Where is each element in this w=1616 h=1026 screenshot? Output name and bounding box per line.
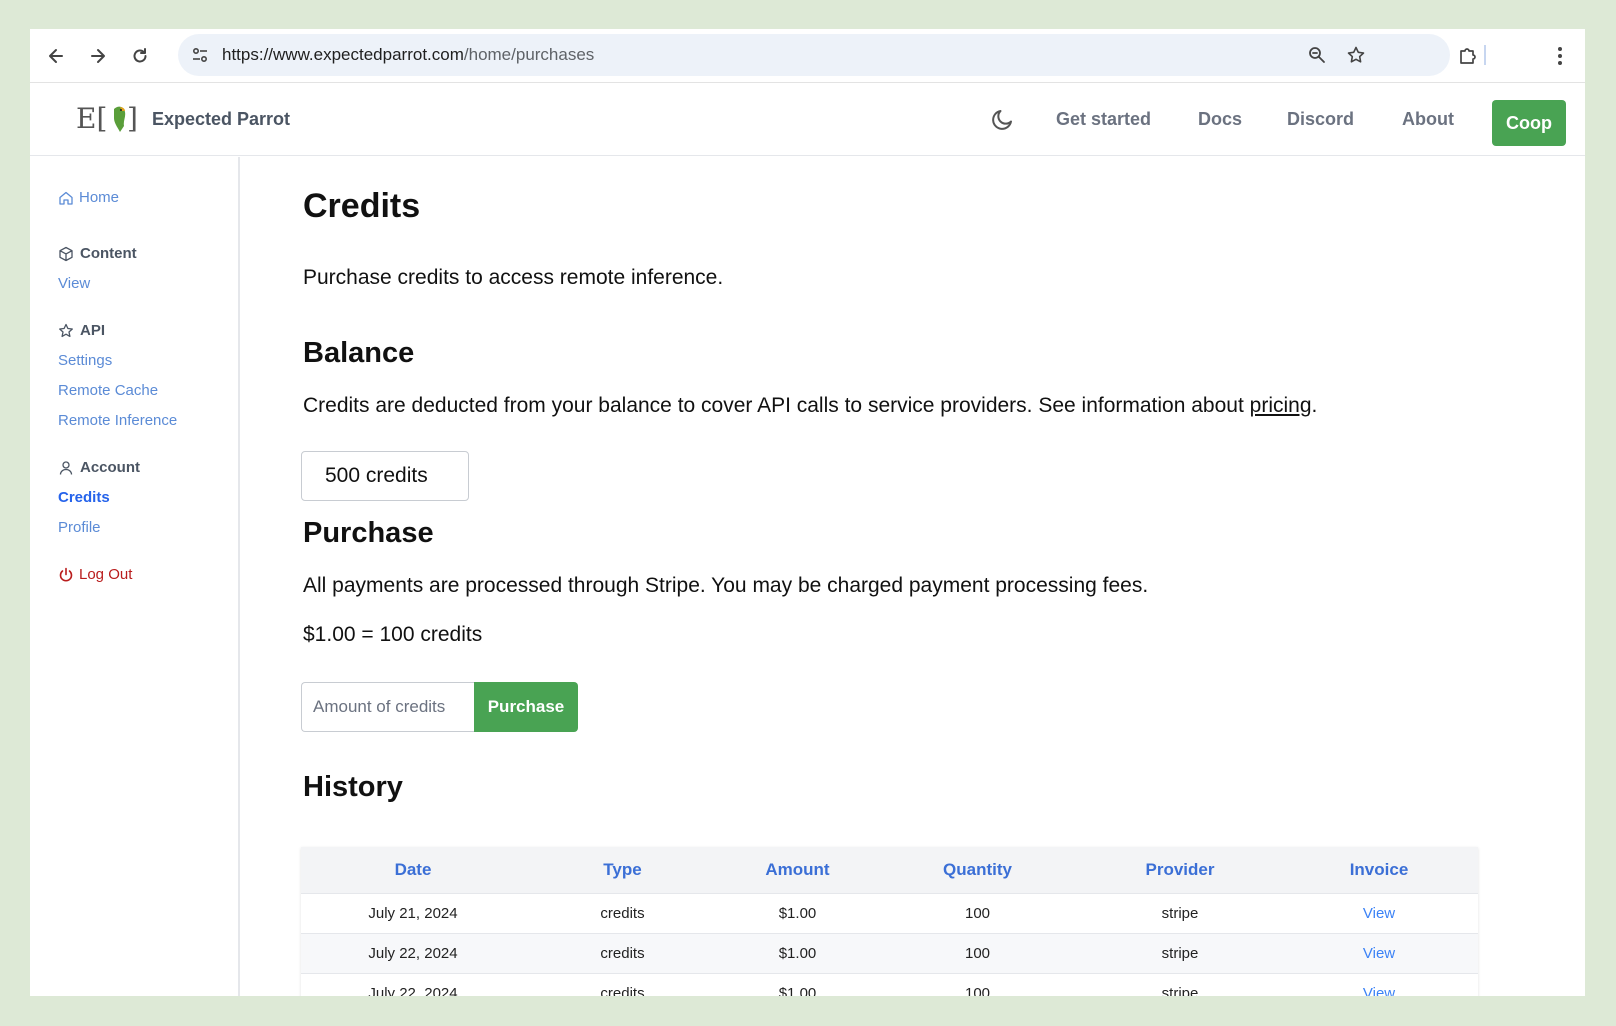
balance-text: Credits are deducted from your balance t… (303, 394, 1250, 417)
table-row: July 21, 2024 credits $1.00 100 stripe V… (301, 892, 1478, 933)
url-host: https://www.expectedparrot.com (222, 45, 464, 64)
col-provider[interactable]: Provider (1080, 847, 1280, 893)
browser-window: https://www.expectedparrot.com/home/purc… (30, 29, 1585, 996)
site-settings-icon[interactable] (188, 43, 212, 67)
balance-description: Credits are deducted from your balance t… (303, 394, 1318, 417)
logo[interactable]: E[ ] (76, 99, 140, 139)
sidebar-home-label: Home (79, 189, 120, 206)
svg-text:E[: E[ (76, 102, 107, 135)
coop-button[interactable]: Coop (1492, 100, 1566, 146)
invoice-view-link[interactable]: View (1280, 892, 1478, 933)
bookmark-star-icon[interactable] (1344, 43, 1368, 67)
invoice-view-link[interactable]: View (1280, 932, 1478, 973)
sidebar-api-label: API (80, 322, 106, 339)
sidebar-heading-account: Account (58, 459, 140, 476)
col-quantity[interactable]: Quantity (875, 847, 1080, 893)
browser-toolbar: https://www.expectedparrot.com/home/purc… (30, 29, 1585, 83)
sidebar-item-profile[interactable]: Profile (58, 519, 101, 536)
nav-about[interactable]: About (1402, 109, 1454, 130)
page-title: Credits (303, 187, 421, 225)
exchange-rate: $1.00 = 100 credits (303, 623, 483, 646)
cell-provider: stripe (1080, 892, 1280, 933)
brand-name[interactable]: Expected Parrot (152, 109, 290, 130)
url-path: /home/purchases (463, 45, 595, 64)
purchase-description: All payments are processed through Strip… (303, 574, 1149, 597)
svg-text:]: ] (127, 102, 138, 135)
cell-quantity: 100 (875, 972, 1080, 996)
sidebar-logout-label: Log Out (79, 566, 133, 583)
star-icon (59, 323, 73, 337)
cell-amount: $1.00 (720, 892, 875, 933)
cell-provider: stripe (1080, 932, 1280, 973)
intro-text: Purchase credits to access remote infere… (303, 266, 724, 289)
user-icon (59, 460, 73, 475)
url-text[interactable]: https://www.expectedparrot.com/home/purc… (222, 45, 594, 65)
col-date[interactable]: Date (301, 847, 525, 893)
cube-icon (59, 246, 73, 261)
cell-quantity: 100 (875, 932, 1080, 973)
cell-date: July 22, 2024 (301, 972, 525, 996)
sidebar: Home Content View API Settings Remote Ca… (30, 157, 240, 996)
table-header-row: Date Type Amount Quantity Provider Invoi… (301, 847, 1478, 893)
dark-mode-moon-icon[interactable] (990, 106, 1016, 132)
table-row: July 22, 2024 credits $1.00 100 stripe V… (301, 972, 1478, 996)
nav-get-started[interactable]: Get started (1056, 109, 1151, 130)
nav-docs[interactable]: Docs (1198, 109, 1242, 130)
nav-discord[interactable]: Discord (1287, 109, 1354, 130)
sidebar-account-label: Account (80, 459, 140, 476)
site-header: E[ ] Expected Parrot Get started Docs Di… (30, 83, 1585, 156)
sidebar-item-remote-cache[interactable]: Remote Cache (58, 382, 158, 399)
cell-date: July 22, 2024 (301, 932, 525, 973)
sidebar-content-label: Content (80, 245, 137, 262)
cell-quantity: 100 (875, 892, 1080, 933)
col-amount[interactable]: Amount (720, 847, 875, 893)
menu-kebab-icon[interactable] (1546, 42, 1574, 70)
profile-separator (1484, 45, 1486, 65)
sidebar-heading-content: Content (58, 245, 137, 262)
history-table: Date Type Amount Quantity Provider Invoi… (301, 847, 1478, 996)
zoom-icon[interactable] (1305, 43, 1329, 67)
sidebar-item-settings[interactable]: Settings (58, 352, 112, 369)
sidebar-item-credits[interactable]: Credits (58, 489, 110, 506)
parrot-logo-icon: E[ ] (76, 102, 138, 135)
extensions-icon[interactable] (1454, 42, 1482, 70)
col-type[interactable]: Type (525, 847, 720, 893)
cell-amount: $1.00 (720, 972, 875, 996)
col-invoice[interactable]: Invoice (1280, 847, 1478, 893)
sidebar-item-remote-inference[interactable]: Remote Inference (58, 412, 177, 429)
forward-icon[interactable] (84, 42, 112, 70)
cell-date: July 21, 2024 (301, 892, 525, 933)
pricing-link[interactable]: pricing (1250, 394, 1312, 417)
amount-of-credits-input[interactable] (301, 682, 476, 732)
cell-provider: stripe (1080, 972, 1280, 996)
purchase-button[interactable]: Purchase (474, 682, 578, 732)
table-row: July 22, 2024 credits $1.00 100 stripe V… (301, 932, 1478, 973)
purchase-heading: Purchase (303, 517, 434, 549)
sidebar-heading-api: API (58, 322, 105, 339)
cell-type: credits (525, 932, 720, 973)
sidebar-item-view[interactable]: View (58, 275, 90, 292)
home-icon (59, 191, 73, 205)
balance-heading: Balance (303, 337, 415, 369)
reload-icon[interactable] (126, 42, 154, 70)
address-bar[interactable]: https://www.expectedparrot.com/home/purc… (178, 34, 1450, 76)
history-heading: History (303, 771, 403, 803)
cell-amount: $1.00 (720, 932, 875, 973)
power-icon (59, 567, 73, 582)
cell-type: credits (525, 972, 720, 996)
invoice-view-link[interactable]: View (1280, 972, 1478, 996)
back-icon[interactable] (42, 42, 70, 70)
balance-value: 500 credits (301, 451, 469, 501)
sidebar-item-logout[interactable]: Log Out (58, 566, 132, 583)
sidebar-item-home[interactable]: Home (58, 189, 119, 206)
cell-type: credits (525, 892, 720, 933)
